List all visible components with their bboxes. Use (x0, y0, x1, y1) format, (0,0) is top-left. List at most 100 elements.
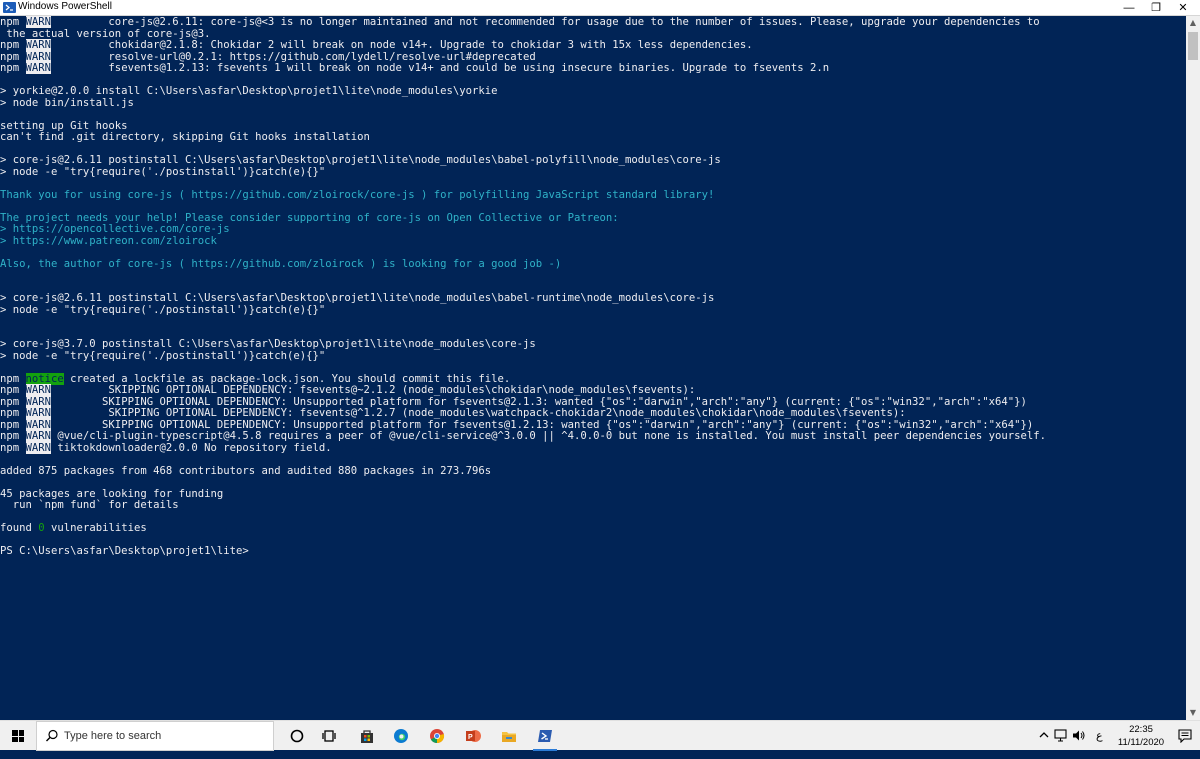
edge-button[interactable] (384, 721, 418, 751)
scroll-up-arrow-icon[interactable]: ▲ (1186, 16, 1200, 30)
console-text-cyan: https://github.com/zloirock/core-js (191, 188, 415, 201)
console-text: created a lockfile as package-lock.json.… (63, 372, 511, 385)
search-icon (46, 729, 58, 742)
clock-date: 11/11/2020 (1117, 737, 1165, 748)
console-text: 45 packages are looking for funding (0, 487, 224, 500)
console-line: > yorkie@2.0.0 install C:\Users\asfar\De… (0, 85, 497, 97)
console-text: npm (0, 39, 26, 51)
warn-tag: WARN (25, 384, 52, 396)
console-text: fsevents@1.2.13: fsevents 1 will break o… (51, 62, 830, 74)
console-text-cyan: https://github.com/zloirock (191, 257, 364, 270)
console-line: > node bin/install.js (0, 97, 134, 109)
console-line: run `npm fund` for details (0, 499, 179, 511)
console-line: npm WARN SKIPPING OPTIONAL DEPENDENCY: U… (0, 395, 1027, 408)
console-line: found 0 vulnerabilities (0, 522, 147, 534)
taskbar: Type here to search P ع 22:35 11/11/2020 (0, 720, 1200, 751)
console-text-cyan: Thank you for using core-js ( (0, 188, 192, 201)
store-button[interactable] (350, 721, 384, 751)
console-line: > https://www.patreon.com/zloirock (0, 235, 217, 247)
console-line: npm WARN fsevents@1.2.13: fsevents 1 wil… (0, 62, 829, 74)
console-text: chokidar@2.1.8: Chokidar 2 will break on… (51, 39, 753, 51)
edge-icon (394, 729, 408, 743)
powershell-taskbar-icon (538, 730, 552, 742)
console-line: > node -e "try{require('./postinstall')}… (0, 304, 325, 316)
console-line: PS C:\Users\asfar\Desktop\projet1\lite> (0, 545, 249, 557)
console-line: > node -e "try{require('./postinstall')}… (0, 166, 325, 178)
restore-button[interactable]: ❐ (1145, 0, 1167, 16)
scroll-thumb[interactable] (1188, 32, 1198, 60)
console-text: PS C:\Users\asfar\Desktop\projet1\lite> (0, 545, 249, 557)
action-center-icon[interactable] (1178, 728, 1192, 744)
console-text: npm (0, 384, 26, 396)
warn-tag: WARN (25, 16, 52, 28)
scroll-down-arrow-icon[interactable]: ▼ (1186, 706, 1200, 720)
console-line: Also, the author of core-js ( https://gi… (0, 258, 561, 270)
console-text: SKIPPING OPTIONAL DEPENDENCY: fsevents@^… (51, 407, 906, 419)
console-text: vulnerabilities (44, 522, 147, 534)
console-text: > core-js@2.6.11 postinstall C:\Users\as… (0, 154, 721, 166)
console-text: SKIPPING OPTIONAL DEPENDENCY: fsevents@~… (51, 384, 696, 396)
close-button[interactable]: ✕ (1172, 0, 1194, 16)
warn-tag: WARN (25, 39, 52, 51)
warn-tag: WARN (25, 62, 52, 74)
console-line: npm WARN resolve-url@0.2.1: https://gith… (0, 50, 536, 63)
console-line: > https://opencollective.com/core-js (0, 223, 230, 235)
warn-tag: WARN (25, 441, 52, 454)
console-text: core-js@2.6.11: core-js@<3 is no longer … (51, 16, 1040, 28)
console-line: Thank you for using core-js ( https://gi… (0, 189, 714, 201)
console-text-cyan: The project needs your help! Please cons… (0, 211, 619, 224)
powershell-taskbar-button[interactable] (528, 721, 562, 751)
notice-tag: notice (25, 372, 64, 385)
taskbar-search[interactable]: Type here to search (36, 721, 274, 751)
chrome-button[interactable] (420, 721, 454, 751)
console-output[interactable]: npm WARN core-js@2.6.11: core-js@<3 is n… (0, 16, 1186, 720)
console-line: > core-js@2.6.11 postinstall C:\Users\as… (0, 154, 721, 166)
console-text: npm (0, 430, 26, 442)
file-explorer-icon (502, 732, 516, 742)
warn-tag: WARN (25, 430, 52, 442)
console-text: npm (0, 62, 26, 74)
chrome-icon (430, 729, 445, 744)
console-text-cyan: https://opencollective.com/core-js (12, 223, 230, 235)
title-bar[interactable]: Windows PowerShell — ❐ ✕ (0, 0, 1200, 16)
console-line: npm WARN chokidar@2.1.8: Chokidar 2 will… (0, 39, 753, 51)
network-icon[interactable] (1054, 729, 1069, 759)
volume-icon[interactable] (1072, 729, 1086, 759)
input-language-indicator[interactable]: ع (1096, 729, 1103, 759)
console-line: can't find .git directory, skipping Git … (0, 131, 370, 143)
system-clock[interactable]: 22:35 11/11/2020 (1110, 723, 1172, 749)
vertical-scrollbar[interactable]: ▲ ▼ (1186, 16, 1200, 720)
console-text: SKIPPING OPTIONAL DEPENDENCY: Unsupporte… (51, 395, 1027, 408)
console-text: resolve-url@0.2.1: https://github.com/ly… (51, 50, 536, 63)
console-text: run `npm fund` for details (0, 499, 179, 511)
cortana-button[interactable] (280, 721, 314, 751)
console-text: npm (0, 50, 26, 63)
window-title: Windows PowerShell (18, 1, 112, 12)
powerpoint-icon: P (466, 730, 481, 742)
console-text: @vue/cli-plugin-typescript@4.5.8 require… (51, 430, 1046, 442)
console-text: npm (0, 407, 26, 419)
console-text-cyan: > (0, 234, 13, 247)
console-text: the actual version of core-js@3. (0, 27, 211, 40)
console-line: the actual version of core-js@3. (0, 28, 210, 40)
console-line: > core-js@2.6.11 postinstall C:\Users\as… (0, 292, 714, 304)
console-text: setting up Git hooks (0, 119, 128, 132)
console-line: setting up Git hooks (0, 120, 128, 132)
warn-tag: WARN (25, 50, 52, 63)
minimize-button[interactable]: — (1118, 0, 1140, 16)
show-hidden-icons-chevron-icon[interactable] (1038, 729, 1050, 759)
warn-tag: WARN (25, 395, 52, 408)
console-text: SKIPPING OPTIONAL DEPENDENCY: Unsupporte… (51, 418, 1034, 431)
task-view-button[interactable] (312, 721, 346, 751)
file-explorer-button[interactable] (492, 721, 526, 751)
windows-logo-icon (12, 730, 24, 742)
svg-text:P: P (468, 734, 473, 741)
console-line: added 875 packages from 468 contributors… (0, 465, 491, 477)
cortana-icon (290, 729, 304, 743)
start-button[interactable] (0, 721, 36, 751)
console-text: tiktokdownloader@2.0.0 No repository fie… (51, 441, 332, 454)
console-line: npm WARN core-js@2.6.11: core-js@<3 is n… (0, 16, 1040, 28)
console-line: npm notice created a lockfile as package… (0, 372, 511, 385)
powerpoint-button[interactable]: P (456, 721, 490, 751)
console-text-cyan: Also, the author of core-js ( (0, 257, 192, 270)
